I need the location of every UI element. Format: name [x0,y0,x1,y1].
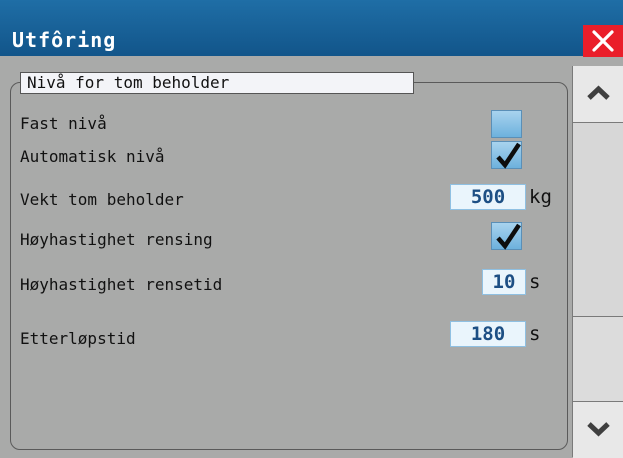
checkmark-icon [496,223,521,250]
row-label-automatisk-niva: Automatisk nivå [20,147,165,166]
fast-niva-checkbox[interactable] [491,110,522,138]
hoyhastighet-rensing-checkbox[interactable] [491,222,522,250]
chevron-down-icon [587,422,610,437]
checkmark-icon [496,142,521,169]
hoyhastighet-rensetid-input[interactable]: 10 [482,269,526,295]
close-icon [592,30,614,52]
scroll-thumb[interactable] [573,316,623,403]
row-label-vekt-tom-beholder: Vekt tom beholder [20,190,184,209]
scroll-up-button[interactable] [573,66,623,123]
group-label: Nivå for tom beholder [20,72,414,94]
chevron-up-icon [587,85,610,100]
automatisk-niva-checkbox[interactable] [491,141,522,169]
row-label-hoyhastighet-rensetid: Høyhastighet rensetid [20,275,223,294]
scroll-down-button[interactable] [573,401,623,458]
window-title: Utfôring [12,28,117,52]
row-label-etterlopstid: Etterløpstid [20,329,136,348]
row-label-hoyhastighet-rensing: Høyhastighet rensing [20,230,213,249]
scrollbar[interactable] [572,66,623,458]
rensetid-unit: s [529,271,541,293]
row-label-fast-niva: Fast nivå [20,114,107,133]
etterlopstid-input[interactable]: 180 [450,321,526,347]
title-bar: Utfôring [0,0,623,56]
vekt-unit: kg [529,186,552,208]
vekt-tom-beholder-input[interactable]: 500 [450,184,526,210]
close-button[interactable] [583,25,623,57]
etterlopstid-unit: s [529,323,541,345]
settings-panel [10,82,568,450]
